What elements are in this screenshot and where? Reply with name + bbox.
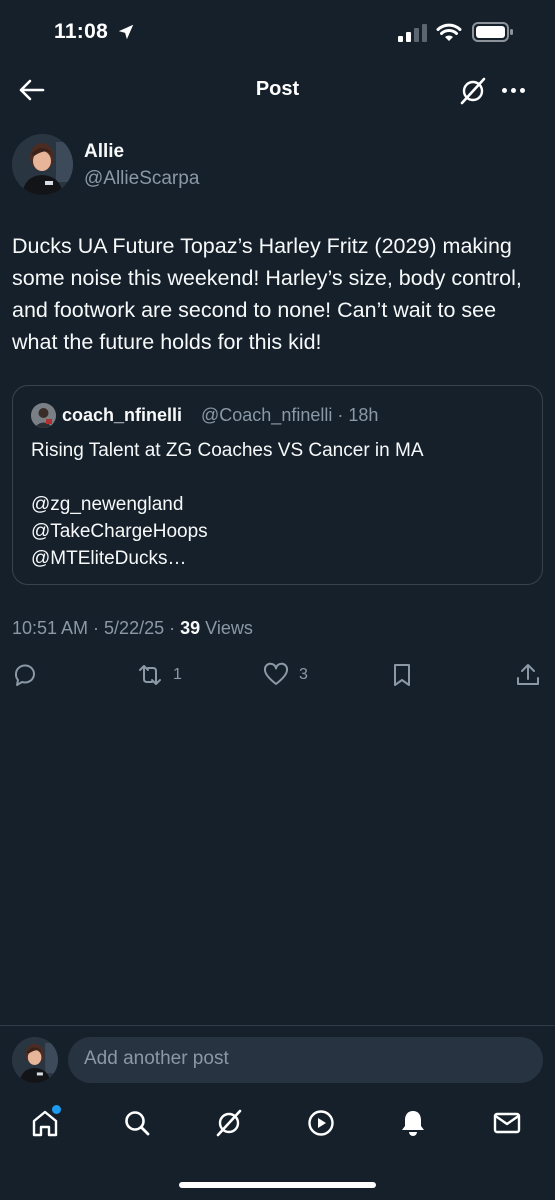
home-indicator bbox=[179, 1182, 376, 1188]
quote-text: Rising Talent at ZG Coaches VS Cancer in… bbox=[31, 437, 424, 572]
quote-line: @TakeChargeHoops bbox=[31, 521, 208, 542]
repost-icon bbox=[139, 665, 161, 685]
grok-icon bbox=[216, 1109, 242, 1137]
heart-icon bbox=[263, 662, 289, 685]
quote-line bbox=[31, 464, 424, 491]
quote-handle-time: @Coach_nfinelli · 18h bbox=[201, 405, 379, 425]
quote-line: @zg_newengland bbox=[31, 494, 184, 515]
quote-avatar-image bbox=[31, 403, 56, 428]
post-detail-screen: 11:08 Post Allie @AllieScarpa Ducks UA F… bbox=[0, 0, 555, 1200]
tab-notifications[interactable] bbox=[396, 1106, 430, 1140]
avatar-image bbox=[12, 1037, 58, 1083]
bottom-tab-bar bbox=[0, 1098, 555, 1158]
quote-line: Rising Talent at ZG Coaches VS Cancer in… bbox=[31, 440, 424, 461]
bell-icon bbox=[402, 1111, 424, 1136]
tab-search[interactable] bbox=[120, 1106, 154, 1140]
grok-button[interactable] bbox=[458, 76, 488, 106]
location-arrow-icon bbox=[118, 24, 134, 40]
home-notification-dot bbox=[52, 1105, 61, 1114]
cellular-signal-icon bbox=[398, 24, 427, 42]
quoted-post-card[interactable]: coach_nfinelli @Coach_nfinelli · 18h Ris… bbox=[12, 385, 543, 585]
author-handle[interactable]: @AllieScarpa bbox=[84, 168, 199, 190]
grok-icon bbox=[460, 77, 486, 105]
bookmark-icon bbox=[394, 664, 410, 686]
reply-input[interactable]: Add another post bbox=[68, 1037, 543, 1083]
status-time: 11:08 bbox=[54, 20, 109, 43]
tab-messages[interactable] bbox=[490, 1106, 524, 1140]
repost-button[interactable]: 1 bbox=[137, 660, 182, 690]
views-count[interactable]: 39 bbox=[180, 618, 200, 638]
repost-count: 1 bbox=[173, 666, 182, 683]
author-name[interactable]: Allie bbox=[84, 141, 124, 163]
post-timestamp: 10:51 AM · 5/22/25 · bbox=[12, 618, 181, 638]
share-icon bbox=[517, 664, 539, 685]
reply-composer: Add another post bbox=[0, 1025, 555, 1098]
search-icon bbox=[125, 1111, 150, 1136]
author-avatar[interactable] bbox=[12, 134, 73, 195]
post-author: Allie @AllieScarpa bbox=[12, 134, 543, 198]
like-count: 3 bbox=[299, 666, 308, 683]
tab-video[interactable] bbox=[304, 1106, 338, 1140]
post-actions: 1 3 bbox=[0, 656, 555, 696]
reply-icon bbox=[14, 664, 35, 686]
more-icon bbox=[501, 87, 507, 93]
avatar-image bbox=[12, 134, 73, 195]
quote-author-name: coach_nfinelli bbox=[62, 405, 183, 425]
post-text: Ducks UA Future Topaz’s Harley Fritz (20… bbox=[12, 234, 522, 354]
mail-icon bbox=[493, 1112, 521, 1134]
tab-grok[interactable] bbox=[212, 1106, 246, 1140]
like-button[interactable]: 3 bbox=[263, 660, 308, 690]
views-label: Views bbox=[200, 618, 253, 638]
play-icon bbox=[308, 1110, 334, 1136]
quote-line: @MTEliteDucks… bbox=[31, 548, 187, 569]
more-button[interactable] bbox=[498, 78, 528, 102]
bookmark-button[interactable] bbox=[389, 660, 415, 690]
user-avatar[interactable] bbox=[12, 1037, 58, 1083]
quote-author-avatar bbox=[31, 403, 56, 428]
post-timestamp-views: 10:51 AM · 5/22/25 · 39 Views bbox=[12, 618, 253, 639]
battery-icon bbox=[472, 22, 513, 42]
share-button[interactable] bbox=[515, 660, 541, 690]
status-bar: 11:08 bbox=[0, 0, 555, 66]
reply-button[interactable] bbox=[12, 660, 48, 690]
wifi-icon bbox=[436, 23, 462, 41]
top-nav: Post bbox=[0, 66, 555, 114]
